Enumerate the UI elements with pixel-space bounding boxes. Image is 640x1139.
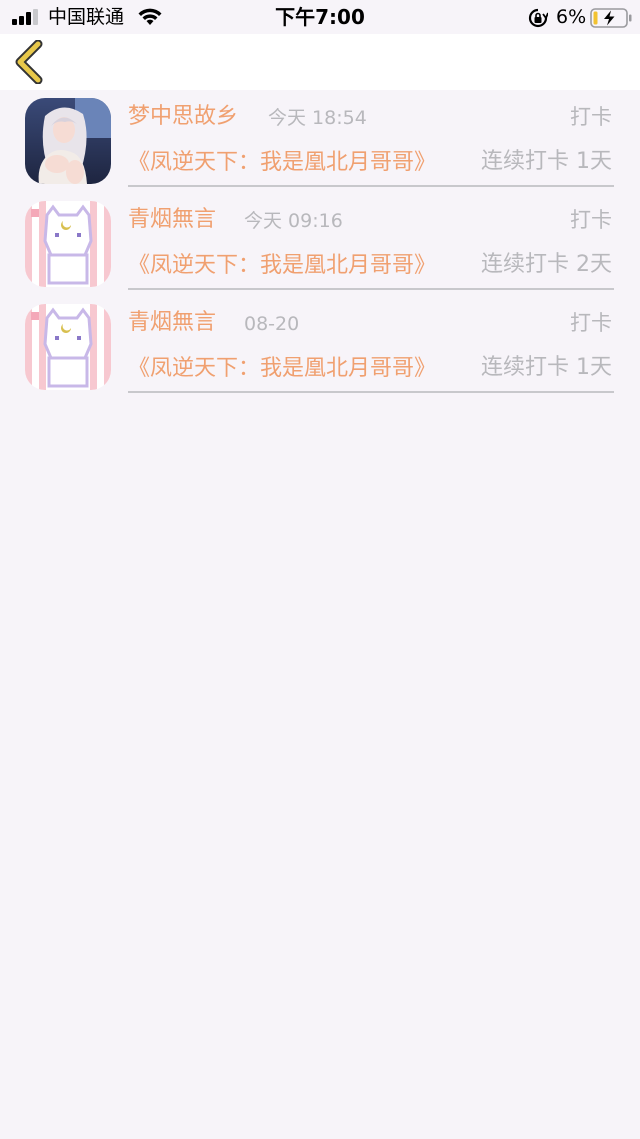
checkin-tag: 打卡 xyxy=(570,208,612,232)
book-title-link[interactable]: 《凤逆天下：我是凰北月哥哥》 xyxy=(128,354,436,384)
checkin-streak: 连续打卡 1天 xyxy=(481,355,612,380)
user-name[interactable]: 青烟無言 xyxy=(128,205,216,235)
checkin-list: 梦中思故乡 今天 18:54 打卡 《凤逆天下：我是凰北月哥哥》 连续打卡 1天 xyxy=(0,90,640,399)
book-title-link[interactable]: 《凤逆天下：我是凰北月哥哥》 xyxy=(128,251,436,281)
item-content: 青烟無言 今天 09:16 打卡 《凤逆天下：我是凰北月哥哥》 连续打卡 2天 xyxy=(128,193,614,290)
navigation-bar xyxy=(0,34,640,90)
battery-percent: 6% xyxy=(556,6,587,28)
user-name[interactable]: 梦中思故乡 xyxy=(128,102,238,132)
post-time: 08-20 xyxy=(244,313,300,335)
pixel-cat-avatar-icon xyxy=(25,201,111,287)
anime-girl-avatar-icon xyxy=(25,98,111,184)
item-content: 青烟無言 08-20 打卡 《凤逆天下：我是凰北月哥哥》 连续打卡 1天 xyxy=(128,296,614,393)
back-button[interactable] xyxy=(10,39,54,85)
checkin-streak: 连续打卡 1天 xyxy=(481,149,612,174)
checkin-tag: 打卡 xyxy=(570,105,612,129)
item-content: 梦中思故乡 今天 18:54 打卡 《凤逆天下：我是凰北月哥哥》 连续打卡 1天 xyxy=(128,90,614,187)
book-title-link[interactable]: 《凤逆天下：我是凰北月哥哥》 xyxy=(128,148,436,178)
status-bar: 中国联通 下午7:00 6% xyxy=(0,0,640,34)
avatar[interactable] xyxy=(25,304,111,390)
post-time: 今天 09:16 xyxy=(244,210,343,232)
list-item[interactable]: 青烟無言 今天 09:16 打卡 《凤逆天下：我是凰北月哥哥》 连续打卡 2天 xyxy=(0,193,640,296)
post-time: 今天 18:54 xyxy=(268,107,367,129)
list-item[interactable]: 梦中思故乡 今天 18:54 打卡 《凤逆天下：我是凰北月哥哥》 连续打卡 1天 xyxy=(0,90,640,193)
avatar[interactable] xyxy=(25,98,111,184)
chevron-left-icon xyxy=(15,39,43,85)
pixel-cat-avatar-icon xyxy=(25,304,111,390)
rotation-lock-icon xyxy=(528,8,548,28)
list-item[interactable]: 青烟無言 08-20 打卡 《凤逆天下：我是凰北月哥哥》 连续打卡 1天 xyxy=(0,296,640,399)
checkin-tag: 打卡 xyxy=(570,311,612,335)
user-name[interactable]: 青烟無言 xyxy=(128,308,216,338)
avatar[interactable] xyxy=(25,201,111,287)
battery-charging-icon xyxy=(590,8,632,28)
checkin-streak: 连续打卡 2天 xyxy=(481,252,612,277)
